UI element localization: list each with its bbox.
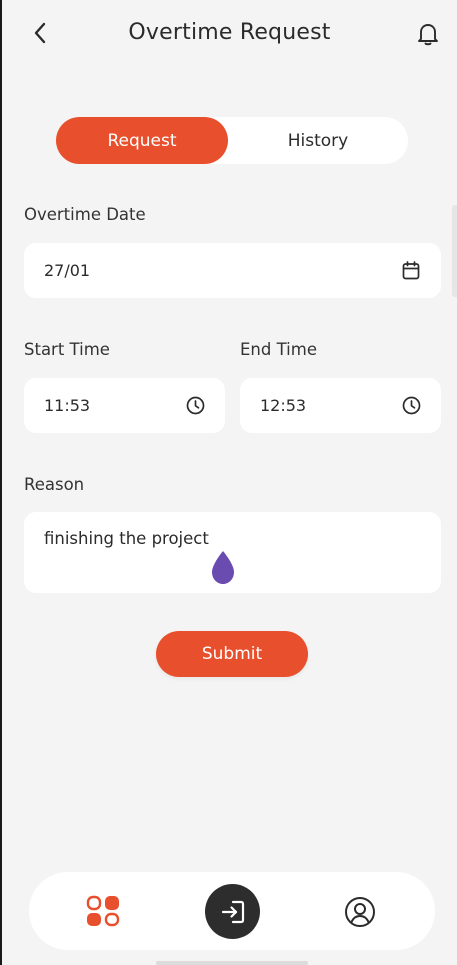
edge-handle	[452, 205, 457, 297]
page-title: Overtime Request	[128, 20, 331, 45]
clock-icon[interactable]	[185, 396, 205, 416]
overtime-date-label: Overtime Date	[24, 205, 146, 224]
app-header: Overtime Request	[2, 0, 457, 70]
profile-icon	[345, 897, 375, 927]
bottom-navigation	[29, 872, 435, 950]
reason-label: Reason	[24, 475, 85, 494]
start-time-field[interactable]: 11:53	[24, 378, 225, 433]
calendar-icon[interactable]	[401, 261, 421, 281]
clock-icon[interactable]	[401, 396, 421, 416]
request-tabs: Request History	[56, 117, 408, 164]
nav-apps-button[interactable]	[85, 894, 121, 928]
end-time-label: End Time	[240, 340, 317, 359]
bell-icon	[418, 24, 438, 46]
apps-grid-icon	[86, 895, 120, 927]
nav-login-button[interactable]	[205, 884, 260, 939]
overtime-date-value: 27/01	[44, 261, 91, 280]
home-indicator	[156, 961, 308, 965]
tab-request[interactable]: Request	[56, 117, 228, 164]
login-icon	[221, 900, 244, 923]
notification-button[interactable]	[415, 21, 441, 47]
reason-value: finishing the project	[44, 529, 209, 548]
tab-history[interactable]: History	[228, 117, 408, 164]
overtime-date-field[interactable]: 27/01	[24, 243, 441, 298]
text-cursor-handle-icon[interactable]	[208, 549, 238, 587]
start-time-label: Start Time	[24, 340, 110, 359]
submit-button[interactable]: Submit	[156, 631, 308, 677]
nav-profile-button[interactable]	[343, 895, 377, 929]
end-time-field[interactable]: 12:53	[240, 378, 441, 433]
